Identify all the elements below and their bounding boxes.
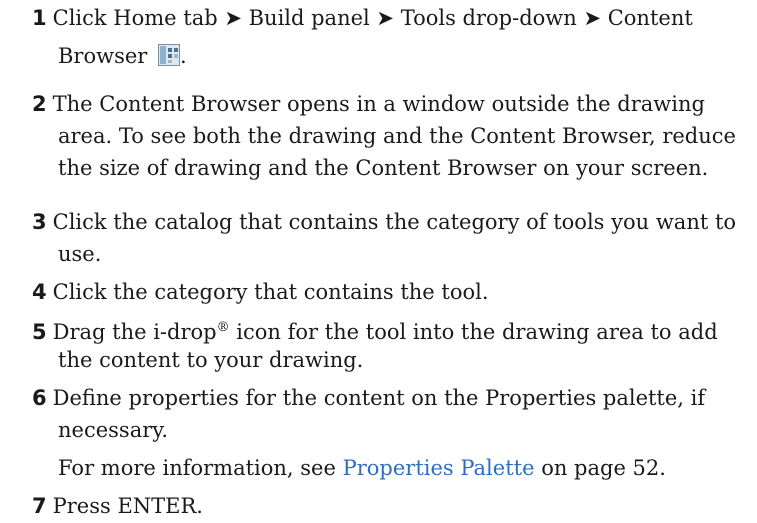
step-text: Browser xyxy=(58,44,148,68)
step-2-line-3: the size of drawing and the Content Brow… xyxy=(58,156,709,180)
step-1-line-2: Browser . xyxy=(58,40,187,72)
content-browser-icon xyxy=(158,43,181,66)
step-number: 4 xyxy=(32,280,47,304)
step-text: Drag the i-drop xyxy=(52,320,217,344)
more-info-line: For more information, see Properties Pal… xyxy=(58,452,666,484)
properties-palette-link[interactable]: Properties Palette xyxy=(343,456,535,480)
step-number: 6 xyxy=(32,386,47,410)
step-number: 2 xyxy=(32,92,47,116)
step-text: Press ENTER. xyxy=(52,494,203,518)
step-3: 3 Click the catalog that contains the cat… xyxy=(32,206,742,238)
step-number: 7 xyxy=(32,494,47,518)
step-2: 2 The Content Browser opens in a window o… xyxy=(32,88,742,120)
step-text: Click Home tab ➤ Build panel ➤ Tools dro… xyxy=(52,6,693,30)
step-6-line-2: necessary. xyxy=(58,418,169,442)
step-number: 5 xyxy=(32,320,47,344)
step-5: 5 Drag the i-drop® icon for the tool into… xyxy=(32,312,742,348)
step-1: 1 Click Home tab ➤ Build panel ➤ Tools dr… xyxy=(32,2,742,34)
step-text: Click the catalog that contains the cate… xyxy=(52,210,737,234)
more-info-prefix: For more information, see xyxy=(58,456,343,480)
step-3-line-2: use. xyxy=(58,242,102,266)
step-number: 3 xyxy=(32,210,47,234)
step-4: 4 Click the category that contains the to… xyxy=(32,276,742,308)
step-text-trail: . xyxy=(180,44,187,68)
step-text: Define properties for the content on the… xyxy=(52,386,706,410)
registered-mark: ® xyxy=(216,320,230,335)
step-text: Click the category that contains the too… xyxy=(52,280,489,304)
step-text: icon for the tool into the drawing area … xyxy=(229,320,718,344)
step-5-line-2: the content to your drawing. xyxy=(58,348,364,372)
step-number: 1 xyxy=(32,6,47,30)
step-text: The Content Browser opens in a window ou… xyxy=(52,92,705,116)
more-info-suffix: on page 52. xyxy=(534,456,666,480)
step-7: 7 Press ENTER. xyxy=(32,490,742,522)
step-6: 6 Define properties for the content on th… xyxy=(32,382,742,414)
step-2-line-2: area. To see both the drawing and the Co… xyxy=(58,124,736,148)
